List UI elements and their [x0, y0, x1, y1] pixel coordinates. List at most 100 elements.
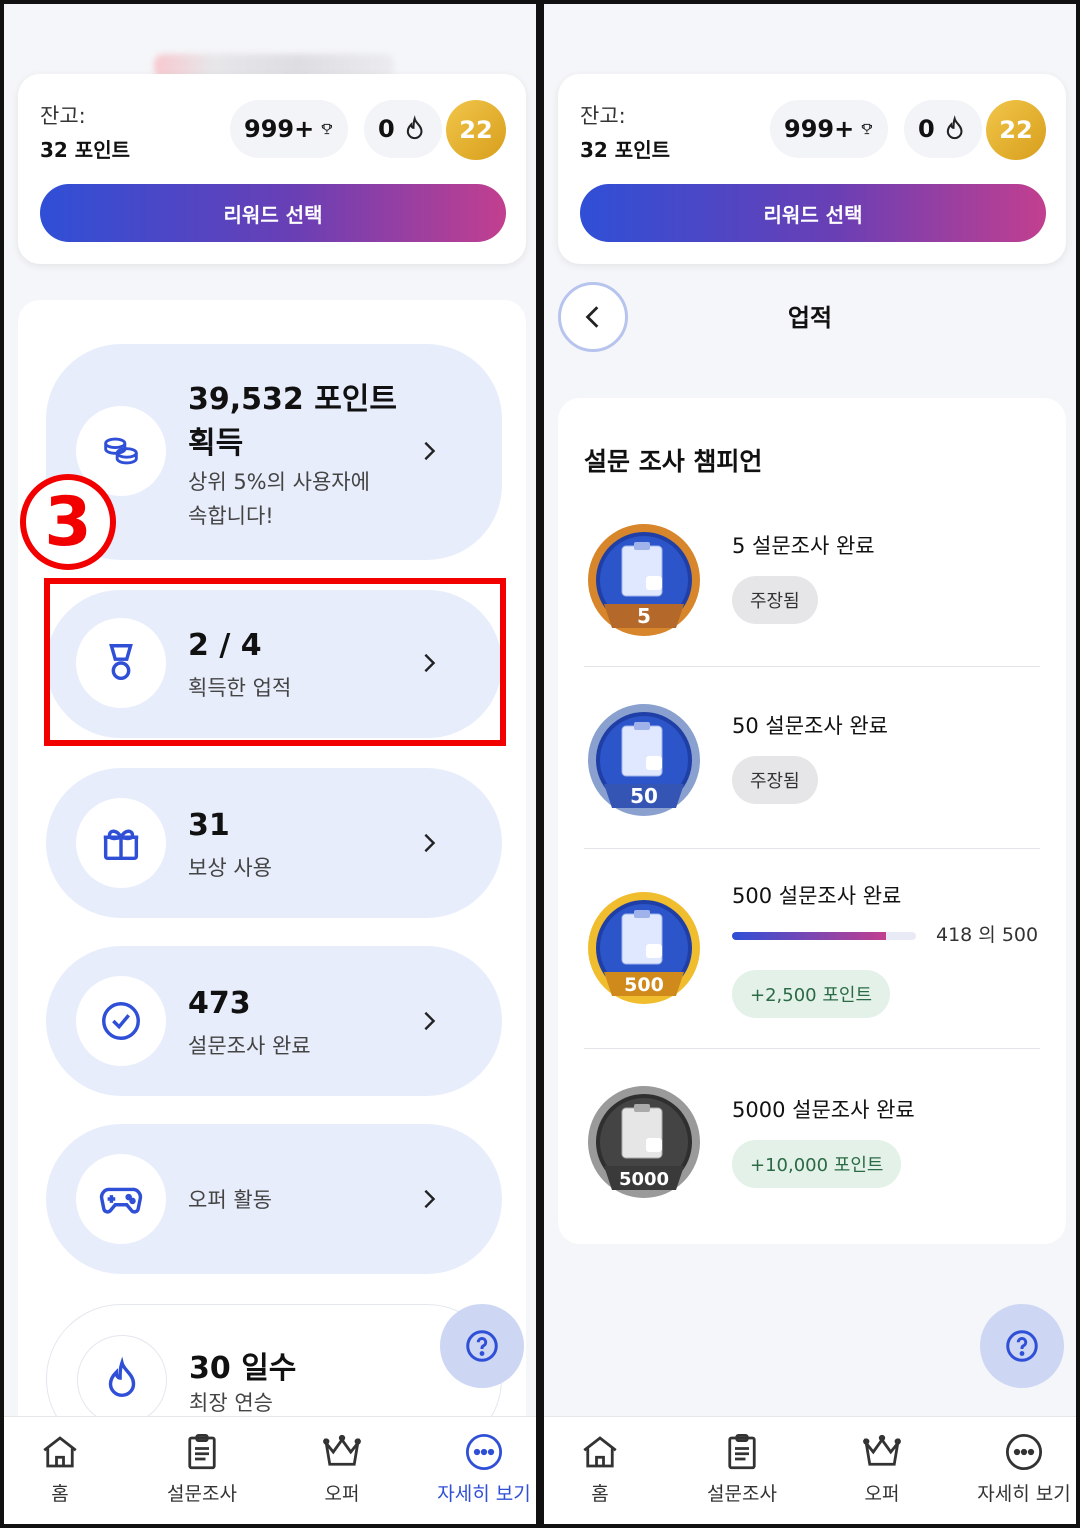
longest-streak-label: 최장 연승	[189, 1391, 273, 1415]
balance-card: 잔고: 32 포인트 999+ 0 22 리워드 선택	[558, 74, 1066, 264]
progress-text: 418 의 500	[936, 924, 1039, 946]
offer-activity-label: 오퍼 활동	[188, 1188, 272, 1212]
balance-value: 32 포인트	[40, 138, 130, 162]
nav-offer[interactable]: 오퍼	[812, 1431, 952, 1506]
trophy-chip[interactable]: 999+	[230, 100, 348, 158]
flame-icon	[946, 115, 963, 140]
reward-pill: +10,000 포인트	[732, 1140, 902, 1188]
nav-more[interactable]: 자세히 보기	[954, 1431, 1076, 1506]
badge-number: 500	[624, 974, 664, 996]
rewards-used-label: 보상 사용	[188, 856, 272, 880]
points-rank-2: 속합니다!	[188, 504, 274, 528]
nav-more-label: 자세히 보기	[437, 1483, 531, 1505]
trophy-icon	[861, 123, 873, 135]
help-button[interactable]	[980, 1304, 1064, 1388]
question-icon	[1006, 1330, 1038, 1362]
bottom-nav: 홈 설문조사 오퍼 자세히 보기	[544, 1416, 1076, 1524]
right-screen: 잔고: 32 포인트 999+ 0 22 리워드 선택 업적 설문 조사 챔피언…	[540, 0, 1080, 1528]
clipboard-icon	[728, 1433, 756, 1470]
claimed-pill: 주장됨	[732, 756, 818, 804]
surveys-completed-count: 473	[188, 986, 251, 1021]
streak-chip[interactable]: 0	[904, 100, 982, 158]
flame-icon	[77, 1335, 167, 1425]
divider	[584, 1048, 1040, 1049]
streak-count: 0	[918, 115, 935, 143]
trophy-chip[interactable]: 999+	[770, 100, 888, 158]
badge-50-icon: 50	[588, 704, 700, 816]
nav-more-label: 자세히 보기	[977, 1483, 1071, 1505]
nav-survey-label: 설문조사	[167, 1483, 237, 1505]
progress-bar	[732, 932, 916, 940]
reward-pill: +2,500 포인트	[732, 970, 891, 1018]
level-badge[interactable]: 22	[986, 100, 1046, 160]
streak-chip[interactable]: 0	[364, 100, 442, 158]
badge-500-icon: 500	[588, 892, 700, 1004]
chevron-right-icon	[418, 440, 440, 462]
progress-fill	[732, 932, 886, 940]
balance-value: 32 포인트	[580, 138, 670, 162]
question-icon	[466, 1330, 498, 1362]
balance-label: 잔고:	[40, 104, 86, 128]
points-rank: 상위 5%의 사용자에	[188, 470, 370, 494]
nav-more[interactable]: 자세히 보기	[414, 1431, 536, 1506]
highlight-box	[44, 578, 506, 746]
badge-5000-icon: 5000	[588, 1086, 700, 1198]
trophy-count: 999+	[244, 115, 315, 143]
surveys-completed-tile[interactable]: 473 설문조사 완료	[46, 946, 502, 1096]
surveys-completed-label: 설문조사 완료	[188, 1034, 311, 1058]
home-icon	[583, 1436, 617, 1468]
bottom-nav: 홈 설문조사 오퍼 자세히 보기	[4, 1416, 536, 1524]
step-number-badge: 3	[20, 474, 116, 570]
nav-survey-label: 설문조사	[707, 1483, 777, 1505]
streak-count: 0	[378, 115, 395, 143]
divider	[584, 666, 1040, 667]
more-icon	[465, 1433, 503, 1471]
rewards-used-count: 31	[188, 808, 230, 843]
claimed-pill: 주장됨	[732, 576, 818, 624]
achievement-item: 5 5 설문조사 완료 주장됨	[584, 518, 1040, 658]
rewards-used-tile[interactable]: 31 보상 사용	[46, 768, 502, 918]
gamepad-icon	[76, 1154, 166, 1244]
badge-number: 50	[630, 784, 658, 808]
achievement-title: 5 설문조사 완료	[732, 534, 875, 558]
choose-reward-button[interactable]: 리워드 선택	[40, 184, 506, 242]
points-value-suffix: 획득	[188, 426, 244, 461]
achievement-item: 500 500 설문조사 완료 418 의 500 +2,500 포인트	[584, 880, 1040, 1030]
nav-home-label: 홈	[591, 1483, 609, 1505]
nav-survey[interactable]: 설문조사	[672, 1431, 812, 1506]
achievement-title: 50 설문조사 완료	[732, 714, 888, 738]
nav-offer-label: 오퍼	[324, 1483, 360, 1505]
left-screen: 잔고: 32 포인트 999+ 0 22 리워드 선택 39,532 포인트 획…	[0, 0, 540, 1528]
nav-home[interactable]: 홈	[4, 1431, 130, 1506]
nav-home[interactable]: 홈	[544, 1431, 670, 1506]
achievements-card: 설문 조사 챔피언 5 5 설문조사 완료 주장됨 50 50 설문조사 완료 …	[558, 398, 1066, 1244]
clipboard-icon	[188, 1433, 216, 1470]
nav-survey[interactable]: 설문조사	[132, 1431, 272, 1506]
help-button[interactable]	[440, 1304, 524, 1388]
chevron-right-icon	[418, 1010, 440, 1032]
level-badge[interactable]: 22	[446, 100, 506, 160]
points-value: 39,532 포인트	[188, 382, 398, 417]
balance-card: 잔고: 32 포인트 999+ 0 22 리워드 선택	[18, 74, 526, 264]
achievement-item: 5000 5000 설문조사 완료 +10,000 포인트	[584, 1082, 1040, 1222]
achievement-title: 500 설문조사 완료	[732, 884, 902, 908]
trophy-count: 999+	[784, 115, 855, 143]
more-icon	[1005, 1433, 1043, 1471]
page-title: 업적	[787, 304, 833, 332]
offer-activity-tile[interactable]: 오퍼 활동	[46, 1124, 502, 1274]
achievement-title: 5000 설문조사 완료	[732, 1098, 915, 1122]
nav-offer-label: 오퍼	[864, 1483, 900, 1505]
achievement-item: 50 50 설문조사 완료 주장됨	[584, 698, 1040, 838]
home-icon	[43, 1436, 77, 1468]
nav-offer[interactable]: 오퍼	[272, 1431, 412, 1506]
divider	[584, 848, 1040, 849]
chevron-right-icon	[418, 1188, 440, 1210]
choose-reward-button[interactable]: 리워드 선택	[580, 184, 1046, 242]
chevron-right-icon	[418, 832, 440, 854]
achievement-category-heading: 설문 조사 챔피언	[584, 447, 763, 476]
badge-5-icon: 5	[588, 524, 700, 636]
trophy-icon	[321, 123, 333, 135]
badge-number: 5000	[619, 1169, 669, 1190]
balance-label: 잔고:	[580, 104, 626, 128]
longest-streak-value: 30 일수	[189, 1351, 297, 1386]
